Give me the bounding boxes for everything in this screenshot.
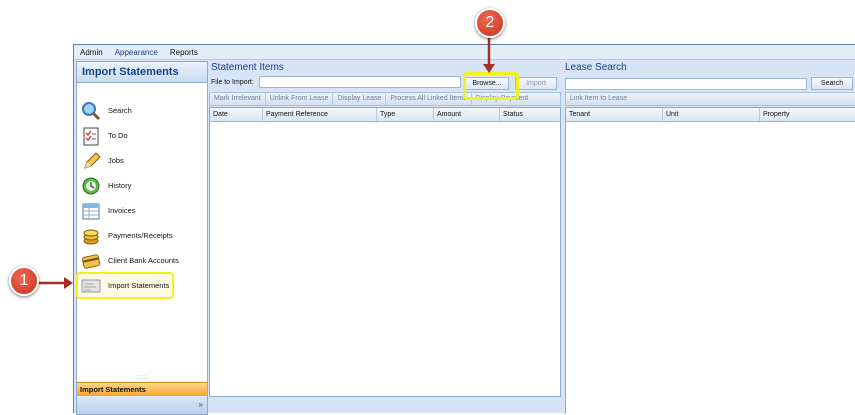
callout-badge-2: 2 [475, 8, 505, 38]
callout-arrows [38, 34, 495, 289]
callout-badge-1: 1 [9, 266, 39, 296]
